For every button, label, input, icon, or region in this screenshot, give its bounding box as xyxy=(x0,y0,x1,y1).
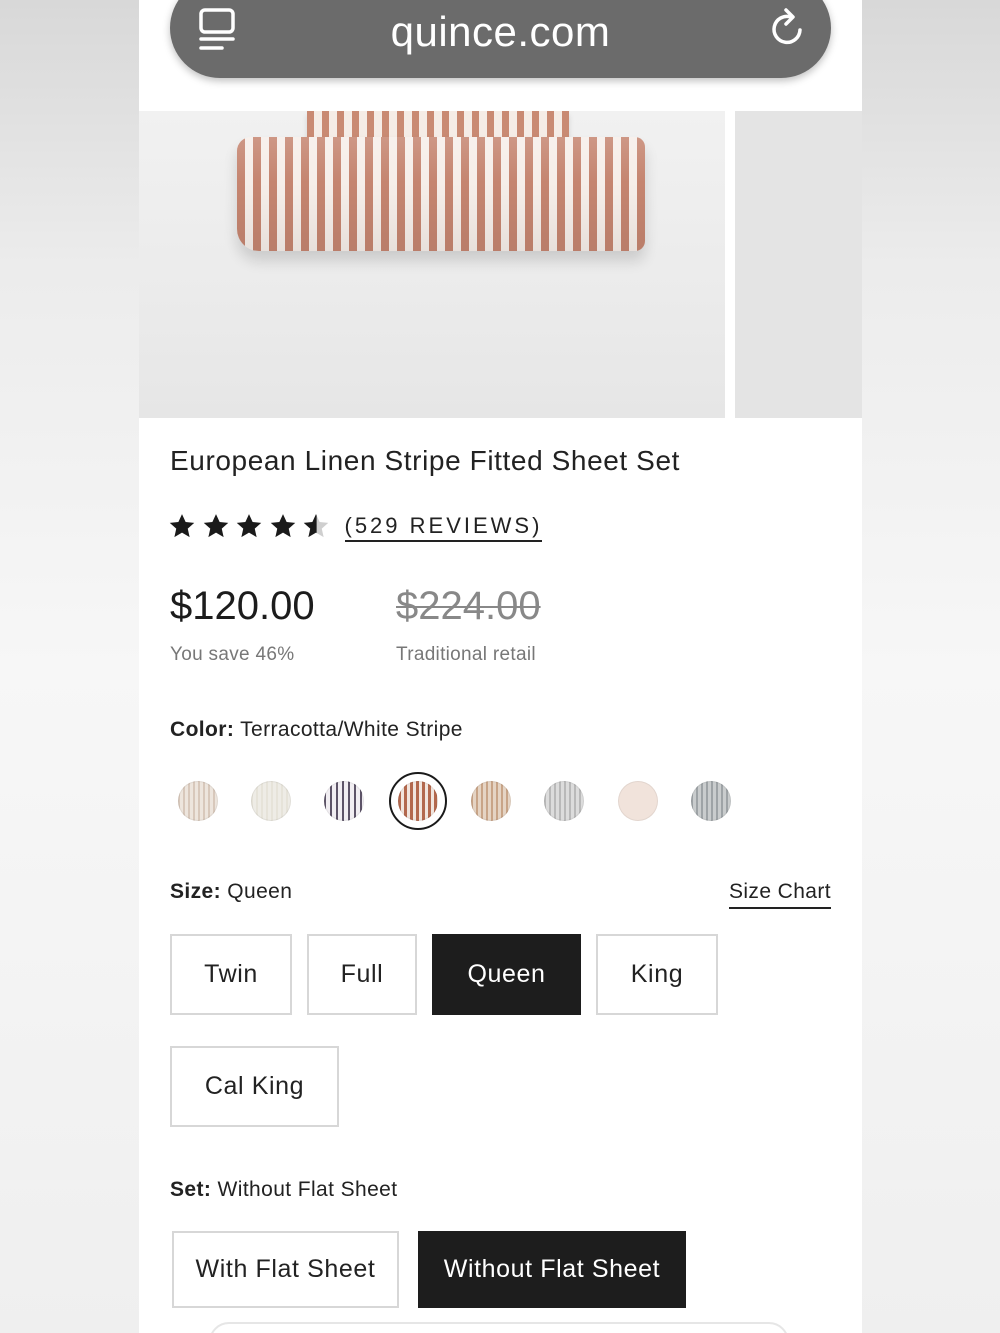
set-label-row: Set: Without Flat Sheet xyxy=(170,1178,397,1202)
set-option-with-flat-sheet[interactable]: With Flat Sheet xyxy=(172,1231,399,1308)
set-label: Set: xyxy=(170,1178,212,1201)
product-image[interactable] xyxy=(139,111,725,418)
browser-header: quince.com xyxy=(139,0,862,111)
reviews-link[interactable]: (529 REVIEWS) xyxy=(344,513,543,542)
color-label-row: Color: Terracotta/White Stripe xyxy=(170,718,463,742)
retail-price: $224.00 xyxy=(396,584,541,628)
color-swatch[interactable] xyxy=(544,781,584,821)
bottom-sheet-edge xyxy=(209,1322,789,1333)
url-text[interactable]: quince.com xyxy=(170,8,831,56)
color-swatch[interactable] xyxy=(178,781,218,821)
star-icon xyxy=(270,514,295,538)
color-swatch[interactable] xyxy=(618,781,658,821)
product-gallery[interactable] xyxy=(139,111,862,418)
set-value: Without Flat Sheet xyxy=(217,1178,398,1201)
size-label-row: Size: Queen xyxy=(170,880,292,904)
star-icon xyxy=(169,514,195,538)
size-chart-link[interactable]: Size Chart xyxy=(728,880,831,909)
reload-icon[interactable] xyxy=(769,6,809,50)
color-value: Terracotta/White Stripe xyxy=(240,718,463,741)
star-icon xyxy=(236,514,262,538)
color-swatches xyxy=(177,771,777,831)
size-label: Size: xyxy=(170,880,222,903)
size-option-queen[interactable]: Queen xyxy=(432,934,581,1015)
set-option-without-flat-sheet[interactable]: Without Flat Sheet xyxy=(418,1231,686,1308)
size-option-king[interactable]: King xyxy=(596,934,718,1015)
color-swatch[interactable] xyxy=(471,781,511,821)
folded-sheet xyxy=(237,137,645,251)
address-bar[interactable]: quince.com xyxy=(170,0,831,78)
phone-screen: quince.com European Linen Stripe Fitted … xyxy=(139,0,862,1333)
size-option-twin[interactable]: Twin xyxy=(170,934,292,1015)
color-swatch-selected[interactable] xyxy=(398,781,438,821)
half-star-icon xyxy=(303,514,329,538)
product-title: European Linen Stripe Fitted Sheet Set xyxy=(170,445,681,476)
background-left xyxy=(0,0,139,1333)
savings-text: You save 46% xyxy=(170,644,295,665)
size-option-cal-king[interactable]: Cal King xyxy=(170,1046,339,1127)
sale-price: $120.00 xyxy=(170,584,315,628)
background-right xyxy=(862,0,1000,1333)
color-swatch[interactable] xyxy=(251,781,291,821)
retail-label: Traditional retail xyxy=(396,644,536,665)
color-swatch[interactable] xyxy=(691,781,731,821)
color-swatch[interactable] xyxy=(324,781,364,821)
star-icon xyxy=(203,514,228,538)
next-product-image[interactable] xyxy=(735,111,862,418)
size-option-full[interactable]: Full xyxy=(307,934,417,1015)
rating-row[interactable]: (529 REVIEWS) xyxy=(167,508,543,544)
size-value: Queen xyxy=(227,880,293,903)
color-label: Color: xyxy=(170,718,235,741)
